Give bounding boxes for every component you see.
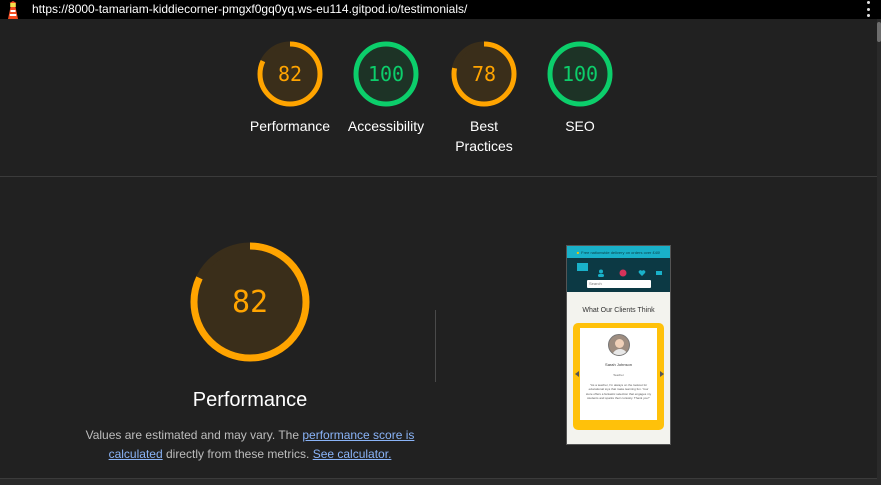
desc-text: Values are estimated and may vary. The	[85, 428, 303, 442]
gauge-label: Accessibility	[347, 118, 425, 134]
logo-icon	[619, 264, 627, 277]
browser-toolbar: https://8000-tamariam-kiddiecorner-pmgxf…	[0, 0, 881, 19]
gauge-accessibility[interactable]: 100 Accessibility	[336, 41, 436, 136]
performance-description: Values are estimated and may vary. The p…	[84, 426, 416, 464]
chevron-left-icon	[575, 371, 579, 377]
page-screenshot-thumbnail[interactable]: ■ Free nationwide delivery on orders over…	[566, 245, 671, 445]
thumb-banner-text: Free nationwide delivery on orders over …	[581, 249, 661, 255]
truck-icon: ■	[576, 249, 580, 255]
section-footer-edge	[0, 478, 877, 485]
gauge-score: 100	[562, 62, 598, 86]
testimonial-quote: "As a teacher, I'm always on the lookout…	[585, 383, 652, 401]
desc-text: directly from these metrics.	[162, 447, 313, 461]
gauge-best-practices[interactable]: 78 Best Practices	[434, 41, 534, 156]
lighthouse-logo-icon	[8, 1, 18, 19]
menu-icon	[577, 263, 588, 271]
gauge-ring-icon: 100	[353, 41, 419, 107]
performance-section: 82 Performance Values are estimated and …	[0, 178, 877, 478]
performance-score: 82	[232, 285, 268, 320]
heart-icon	[638, 264, 646, 276]
gauge-ring-icon: 78	[451, 41, 517, 107]
gauge-performance[interactable]: 82 Performance	[240, 41, 340, 136]
chevron-right-icon	[660, 371, 664, 377]
gauge-label: Performance	[249, 118, 331, 134]
divider	[435, 310, 436, 382]
avatar	[608, 334, 630, 356]
gauge-seo[interactable]: 100 SEO	[530, 41, 630, 136]
cart-icon	[655, 264, 663, 275]
thumb-banner: ■ Free nationwide delivery on orders over…	[567, 246, 670, 258]
gauge-score: 100	[368, 62, 404, 86]
testimonial-name: Sarah Johnson	[605, 362, 632, 367]
thumb-search-input: Search	[587, 280, 651, 288]
score-gauges: 82 Performance 100 Accessibility 78 Best…	[0, 19, 877, 177]
url-bar[interactable]: https://8000-tamariam-kiddiecorner-pmgxf…	[32, 2, 467, 16]
thumb-heading: What Our Clients Think	[582, 307, 655, 314]
gauge-ring-icon: 100	[547, 41, 613, 107]
performance-title: Performance	[192, 389, 308, 411]
scrollbar-track[interactable]	[877, 19, 881, 485]
user-icon	[597, 264, 605, 277]
menu-kebab-icon[interactable]	[866, 1, 870, 17]
gauge-score: 78	[472, 62, 496, 86]
gauge-ring-icon: 82	[257, 41, 323, 107]
testimonial-role: Teacher	[613, 373, 624, 377]
gauge-score: 82	[278, 62, 302, 86]
gauge-label: SEO	[565, 118, 595, 134]
performance-gauge-large: 82	[190, 242, 310, 362]
testimonial-card: Sarah Johnson Teacher "As a teacher, I'm…	[580, 328, 657, 420]
see-calculator-link[interactable]: See calculator.	[313, 447, 392, 461]
scrollbar-thumb[interactable]	[877, 22, 881, 42]
gauge-label: Best Practices	[455, 118, 513, 154]
thumb-navbar: Search	[567, 258, 670, 292]
